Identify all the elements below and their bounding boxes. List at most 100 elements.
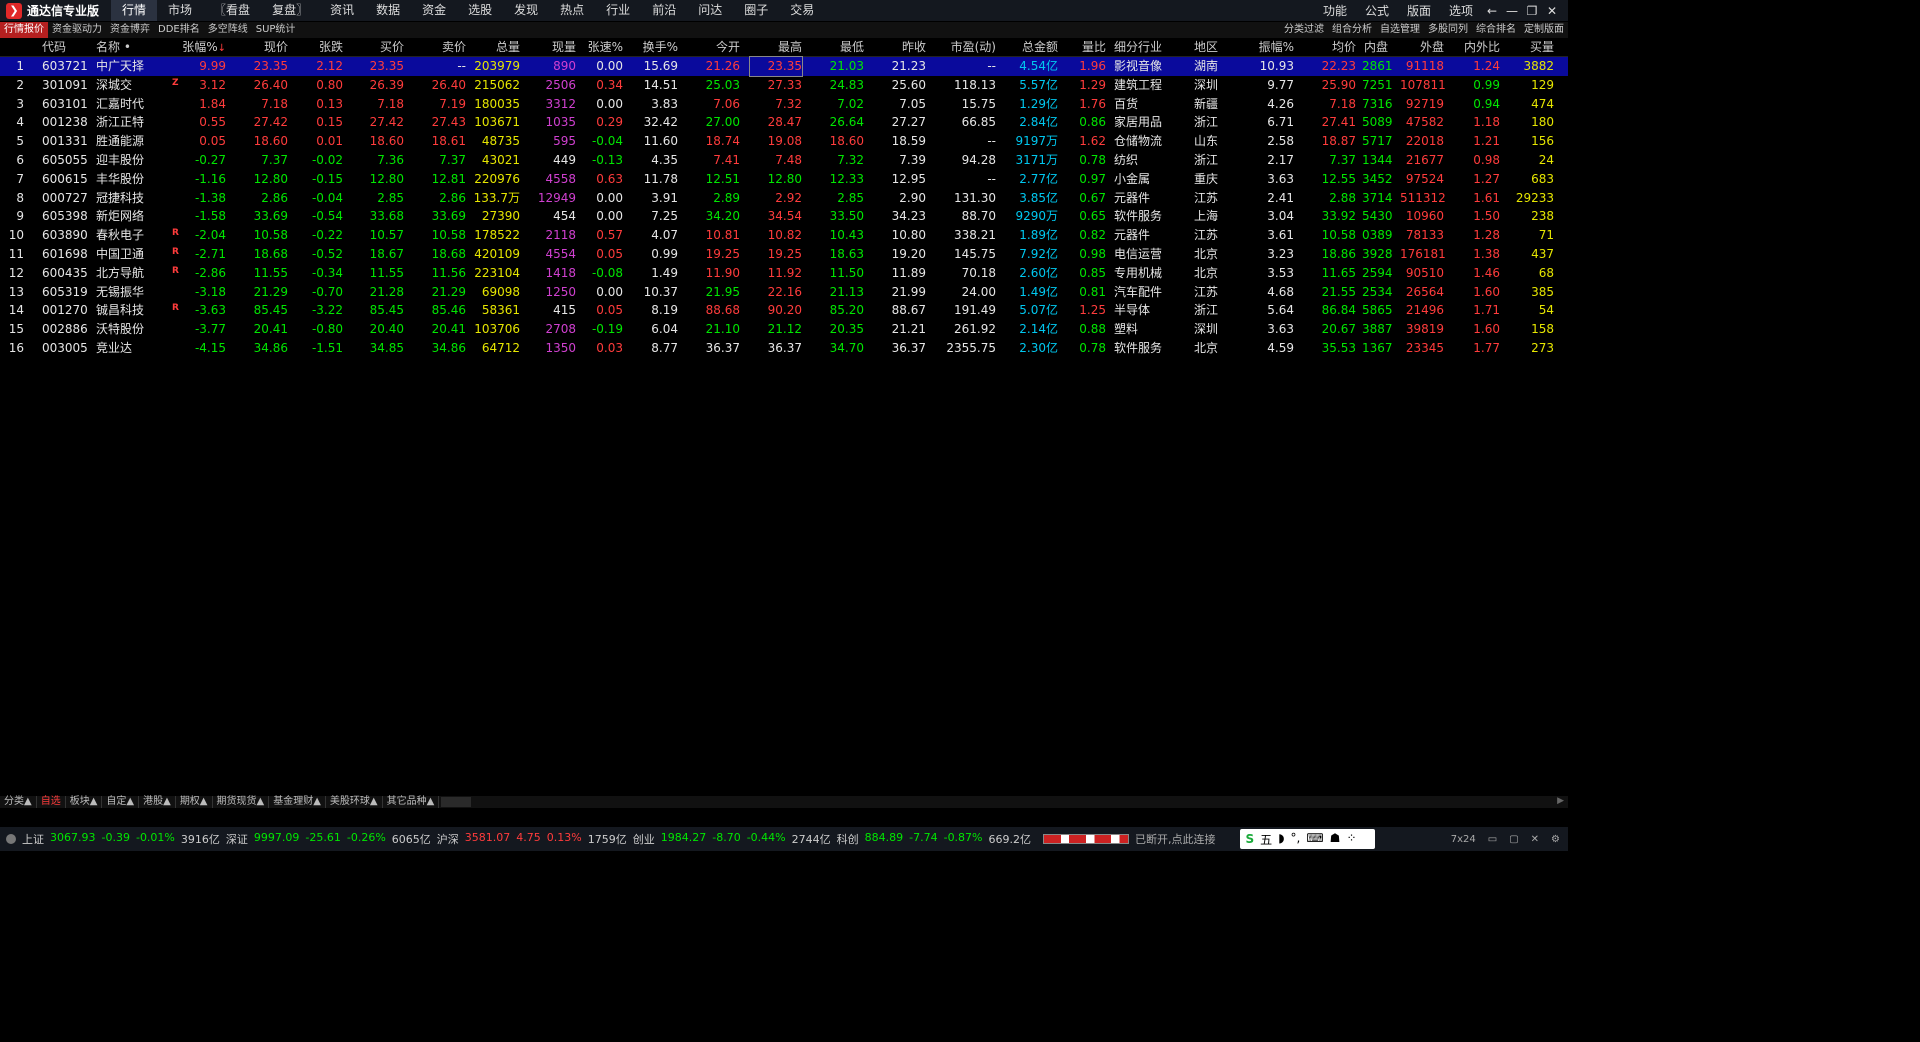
index-quote-item[interactable]: 4.75 — [516, 831, 541, 847]
table-row[interactable]: 5 001331 胜通能源 0.05 18.60 0.01 18.60 18.61 48735 5… — [0, 132, 1568, 151]
menu-item[interactable]: 问达 — [687, 0, 733, 21]
quote-tool-tab[interactable]: 自选管理 — [1376, 22, 1424, 38]
column-header-buy[interactable]: 买量 — [1510, 39, 1554, 58]
connection-status[interactable]: 已断开,点此连接 — [1135, 831, 1216, 847]
ime-toolbar[interactable]: S 五 ◗ °, ⌨ ☗ ⁘ — [1239, 829, 1375, 849]
table-row[interactable]: 8 000727 冠捷科技 -1.38 2.86 -0.04 2.85 2.86 133.7万 1… — [0, 189, 1568, 208]
column-header-ind[interactable]: 细分行业 — [1114, 39, 1184, 58]
menu-item[interactable]: 选股 — [457, 0, 503, 21]
column-header-high[interactable]: 最高 — [750, 39, 802, 58]
quote-tab[interactable]: 行情报价 — [0, 22, 48, 38]
table-row[interactable]: 13 605319 无锡振华 -3.18 21.29 -0.70 21.28 21.29 690… — [0, 283, 1568, 302]
column-header-inner[interactable]: 内盘 — [1362, 39, 1388, 58]
index-quote-item[interactable]: 3067.93 — [50, 831, 96, 847]
menu-item[interactable]: 热点 — [549, 0, 595, 21]
index-quote-item[interactable]: 6065亿 — [392, 831, 431, 847]
index-quote-item[interactable]: 上证 — [22, 831, 44, 847]
bottom-tab[interactable]: 分类▲ — [0, 796, 37, 808]
news-7x24[interactable]: 7x24 — [1451, 834, 1476, 845]
quote-tab[interactable]: 资金驱动力 — [48, 22, 106, 38]
quote-tool-tab[interactable]: 综合排名 — [1472, 22, 1520, 38]
menu-item[interactable]: 交易 — [779, 0, 825, 21]
column-header-avg[interactable]: 均价 — [1316, 39, 1356, 58]
index-quote-item[interactable]: 3581.07 — [465, 831, 511, 847]
title-menu-item[interactable]: 选项 — [1440, 2, 1482, 19]
index-quote-item[interactable]: 创业 — [633, 831, 655, 847]
menu-item[interactable]: 前沿 — [641, 0, 687, 21]
bottom-tab[interactable]: 期货现货▲ — [213, 796, 270, 808]
column-header-open[interactable]: 今开 — [690, 39, 740, 58]
column-header-low[interactable]: 最低 — [814, 39, 864, 58]
column-header-ask[interactable]: 卖价 — [410, 39, 466, 58]
bottom-tab[interactable]: 期权▲ — [176, 796, 213, 808]
message-icon[interactable]: ▭ — [1488, 834, 1497, 845]
column-header-amp[interactable]: 振幅% — [1252, 39, 1294, 58]
column-header-cur[interactable]: 现量 — [528, 39, 576, 58]
bottom-tab[interactable]: 板块▲ — [66, 796, 103, 808]
column-header-code[interactable]: 代码 — [42, 39, 102, 58]
column-header-io[interactable]: 内外比 — [1460, 39, 1500, 58]
menu-item[interactable]: 市场 — [157, 0, 203, 21]
menu-item[interactable]: 资金 — [411, 0, 457, 21]
bottom-tab[interactable]: 基金理财▲ — [269, 796, 326, 808]
column-header-amt[interactable]: 总金额 — [1004, 39, 1058, 58]
column-header-ratio[interactable]: 量比 — [1066, 39, 1106, 58]
sort-desc-icon[interactable]: ↓ — [218, 43, 226, 54]
index-quote-item[interactable]: 884.89 — [865, 831, 904, 847]
column-header-pe[interactable]: 市盈(动) — [940, 39, 996, 58]
column-header-pct[interactable]: 张幅%↓ — [166, 39, 226, 58]
quote-tool-tab[interactable]: 组合分析 — [1328, 22, 1376, 38]
settings-icon[interactable]: ⚙ — [1551, 834, 1560, 845]
menu-item[interactable]: 发现 — [503, 0, 549, 21]
scroll-right-icon[interactable]: ▶ — [1557, 796, 1564, 806]
index-quote-item[interactable]: -8.70 — [712, 831, 740, 847]
title-menu-item[interactable]: 版面 — [1398, 2, 1440, 19]
bottom-tab[interactable]: 美股环球▲ — [326, 796, 383, 808]
quote-tab[interactable]: 多空阵线 — [204, 22, 252, 38]
menu-item[interactable]: 复盘〗 — [261, 0, 319, 21]
ime-button[interactable]: 五 — [1260, 831, 1272, 848]
table-row[interactable]: 1 603721 中广天择 9.99 23.35 2.12 23.35 -- 203979 890… — [0, 56, 1568, 77]
index-quote-item[interactable]: -0.26% — [347, 831, 386, 847]
restore-icon[interactable]: ❐ — [1522, 4, 1542, 18]
table-row[interactable]: 2 301091 深城交 3.12 26.40 0.80 26.39 26.40 215062 2… — [0, 76, 1568, 95]
index-quote-item[interactable]: -0.39 — [102, 831, 130, 847]
quote-tab[interactable]: 资金博弈 — [106, 22, 154, 38]
table-row[interactable]: 11 601698 中国卫通 -2.71 18.68 -0.52 18.67 18.68 420… — [0, 245, 1568, 264]
table-row[interactable]: 16 003005 竞业达 -4.15 34.86 -1.51 34.85 34.86 6471… — [0, 339, 1568, 358]
column-header-vol[interactable]: 总量 — [470, 39, 520, 58]
index-quote-item[interactable]: -0.44% — [747, 831, 786, 847]
close-icon[interactable]: ✕ — [1542, 4, 1562, 18]
table-row[interactable]: 10 603890 春秋电子 -2.04 10.58 -0.22 10.57 10.58 178… — [0, 226, 1568, 245]
index-quote-item[interactable]: -0.87% — [944, 831, 983, 847]
column-header-price[interactable]: 现价 — [232, 39, 288, 58]
menu-item[interactable]: 资讯 — [319, 0, 365, 21]
index-quote-item[interactable]: 科创 — [837, 831, 859, 847]
table-row[interactable]: 9 605398 新炬网络 -1.58 33.69 -0.54 33.68 33.69 2739… — [0, 207, 1568, 226]
index-quote-item[interactable]: -7.74 — [909, 831, 937, 847]
ime-button[interactable]: ◗ — [1278, 831, 1284, 848]
bottom-tab[interactable]: 港股▲ — [139, 796, 176, 808]
index-quote-item[interactable]: 669.2亿 — [989, 831, 1032, 847]
title-menu-item[interactable]: 功能 — [1314, 2, 1356, 19]
table-row[interactable]: 7 600615 丰华股份 -1.16 12.80 -0.15 12.80 12.81 2209… — [0, 170, 1568, 189]
ime-button[interactable]: ⌨ — [1306, 831, 1323, 848]
mute-icon[interactable]: ✕ — [1531, 834, 1539, 845]
menu-item[interactable]: 行情 — [111, 0, 158, 21]
index-quote-item[interactable]: -0.01% — [136, 831, 175, 847]
back-icon[interactable]: ← — [1482, 4, 1502, 18]
index-quote-item[interactable]: 深证 — [226, 831, 248, 847]
minimize-icon[interactable]: — — [1502, 4, 1522, 18]
index-quote-item[interactable]: 2744亿 — [792, 831, 831, 847]
table-row[interactable]: 4 001238 浙江正特 0.55 27.42 0.15 27.42 27.43 103671… — [0, 113, 1568, 132]
chat-icon[interactable]: ▢ — [1509, 834, 1518, 845]
column-header-name[interactable]: 名称 • — [96, 39, 166, 58]
quote-tool-tab[interactable]: 分类过滤 — [1280, 22, 1328, 38]
title-menu-item[interactable]: 公式 — [1356, 2, 1398, 19]
menu-item[interactable]: 〖看盘 — [203, 0, 261, 21]
column-header-chg[interactable]: 张跌 — [287, 39, 343, 58]
quote-tool-tab[interactable]: 定制版面 — [1520, 22, 1568, 38]
ime-button[interactable]: °, — [1291, 831, 1301, 848]
index-quote-item[interactable]: 0.13% — [547, 831, 582, 847]
index-quote-item[interactable]: 3916亿 — [181, 831, 220, 847]
